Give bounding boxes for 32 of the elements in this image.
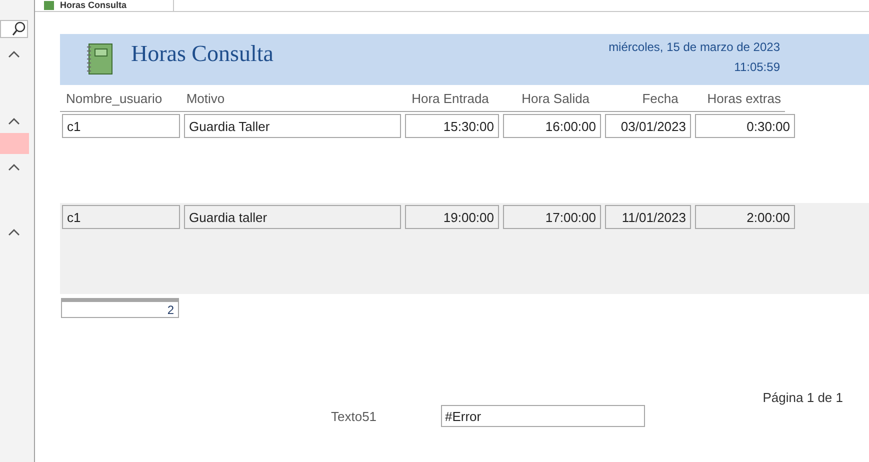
record-field: 03/01/2023 <box>605 114 691 138</box>
column-header: Nombre_usuario <box>65 90 164 106</box>
record-field: 17:00:00 <box>503 205 601 229</box>
record-field: 15:30:00 <box>405 114 499 138</box>
record-field: Guardia taller <box>184 205 401 229</box>
text-field[interactable]: #Error <box>441 405 645 427</box>
record-field: 11/01/2023 <box>605 205 691 229</box>
column-header: Horas extras <box>706 90 782 106</box>
column-header: Fecha <box>641 90 680 106</box>
report-date: miércoles, 15 de marzo de 2023 <box>608 40 780 54</box>
column-header: Motivo <box>185 90 226 106</box>
column-header: Hora Entrada <box>410 90 490 106</box>
record-field: c1 <box>62 114 180 138</box>
chevron-up-icon[interactable] <box>8 163 20 171</box>
record-field: c1 <box>62 205 180 229</box>
search-field[interactable] <box>0 20 28 38</box>
record-field: 16:00:00 <box>503 114 601 138</box>
field-label: Texto51 <box>331 408 378 424</box>
record-field: 2:00:00 <box>695 205 795 229</box>
record-field: Guardia Taller <box>184 114 401 138</box>
record-field: 0:30:00 <box>695 114 795 138</box>
report-tab[interactable]: Horas Consulta <box>40 0 174 11</box>
report-time: 11:05:59 <box>734 60 780 74</box>
column-header: Hora Salida <box>520 90 591 106</box>
chevron-up-icon[interactable] <box>8 228 20 236</box>
report-title: Horas Consulta <box>131 41 274 67</box>
search-icon[interactable] <box>11 21 27 37</box>
page-number: Página 1 de 1 <box>762 390 843 405</box>
record-field: 19:00:00 <box>405 205 499 229</box>
chevron-up-icon[interactable] <box>8 117 20 125</box>
record-count: 2 <box>61 298 179 318</box>
chevron-up-icon[interactable] <box>8 50 20 58</box>
